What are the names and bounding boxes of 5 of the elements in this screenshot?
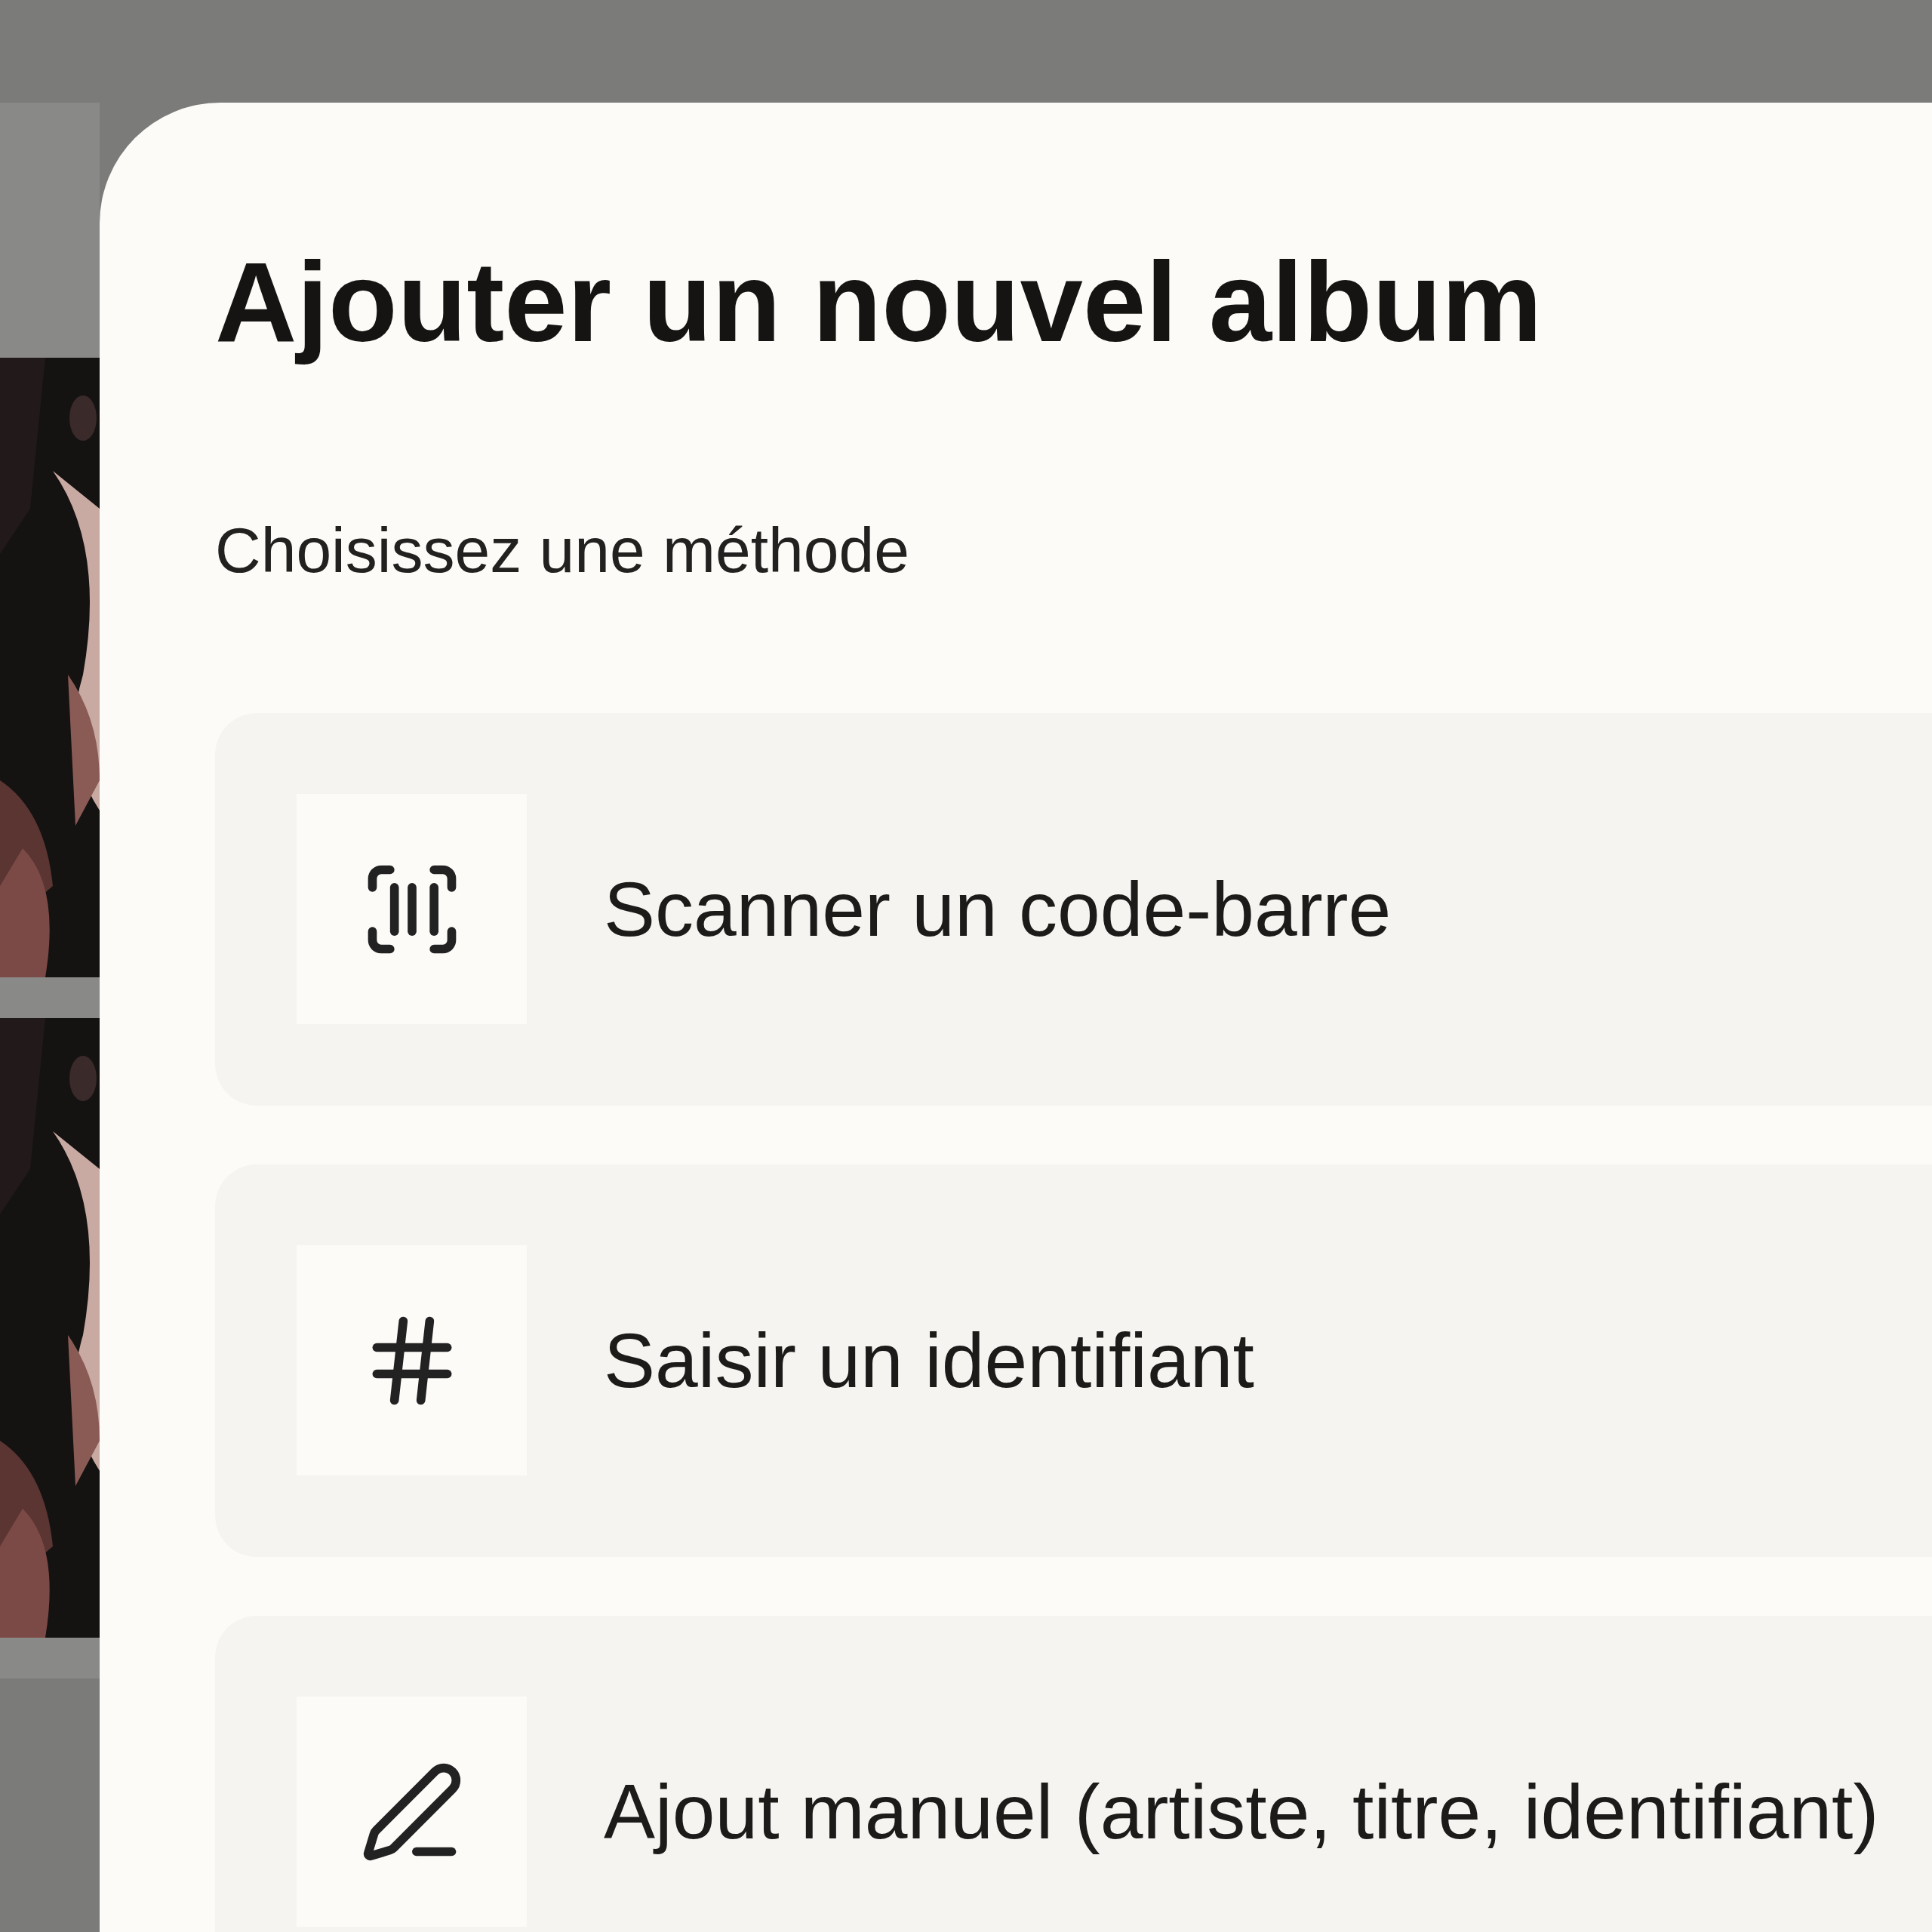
sheet-subtitle: Choisissez une méthode bbox=[215, 514, 909, 587]
method-option[interactable]: Ajout manuel (artiste, titre, identifiant) bbox=[215, 1615, 1932, 1932]
method-option[interactable]: Saisir un identifiant bbox=[215, 1164, 1932, 1557]
sheet-title: Ajouter un nouvel album bbox=[215, 238, 1543, 367]
method-option[interactable]: Scanner un code-barre bbox=[215, 712, 1932, 1106]
